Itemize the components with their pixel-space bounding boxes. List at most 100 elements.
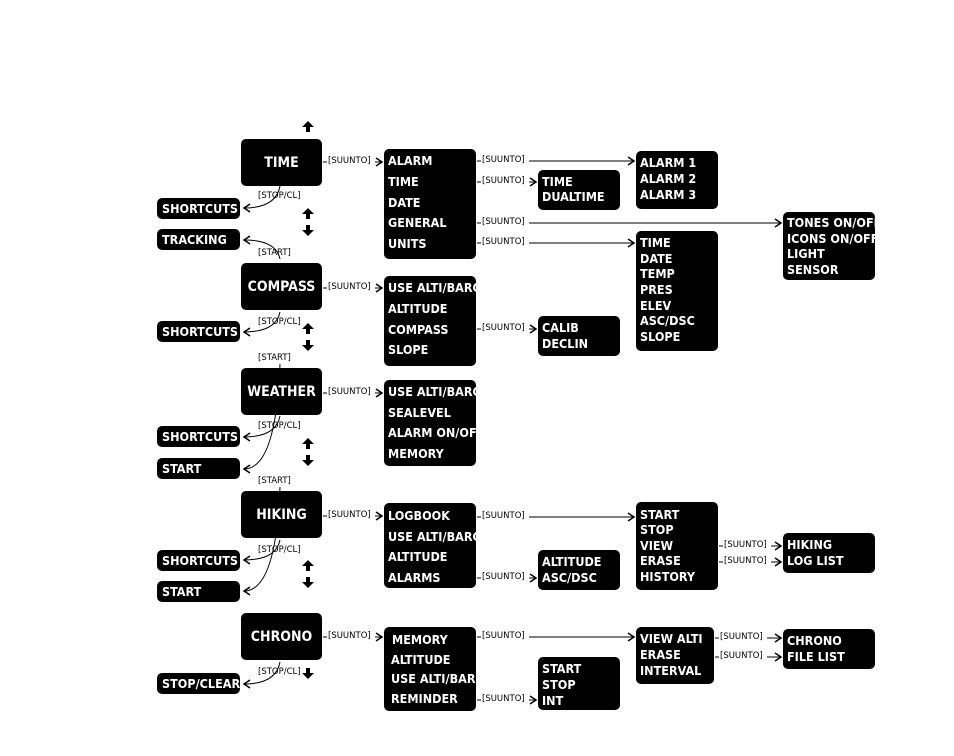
- arrow-down-icon: [302, 577, 314, 588]
- label-suunto: [SUUNTO]: [482, 511, 525, 521]
- side-start: START: [157, 581, 240, 602]
- label-suunto: [SUUNTO]: [482, 176, 525, 186]
- menu-item: ALTITUDE: [388, 301, 448, 316]
- menu-item: LOGBOOK: [388, 508, 450, 523]
- menu-item: HIKING: [787, 537, 833, 552]
- menu-item: MEMORY: [392, 632, 448, 647]
- arrow-down-icon: [302, 668, 314, 679]
- label-suunto: [SUUNTO]: [482, 631, 525, 641]
- weather-menu: USE ALTI/BARO SEALEVEL ALARM ON/OFF MEMORY: [384, 380, 484, 466]
- menu-item: ALARM 1: [640, 155, 697, 170]
- mode-navigation-diagram: TIME COMPASS WEATHER HIKING CHRONO SHORTCUTS T…: [0, 0, 954, 756]
- menu-item: TONES ON/OFF: [787, 215, 882, 230]
- menu-item: SLOPE: [388, 342, 429, 357]
- label-stopcl: [STOP/CL]: [258, 421, 301, 431]
- dualtime: TIME DUALTIME: [538, 170, 620, 210]
- hiking-log: HIKING LOG LIST: [783, 533, 875, 573]
- calib: CALIB DECLIN: [538, 316, 620, 356]
- arrow-up-icon: [302, 121, 314, 132]
- mode-hiking: HIKING: [241, 491, 322, 538]
- menu-item: MEMORY: [388, 446, 444, 461]
- menu-item: HISTORY: [640, 569, 696, 584]
- label-stopcl: [STOP/CL]: [258, 545, 301, 555]
- menu-item: TIME: [542, 174, 573, 189]
- memory-list: VIEW ALTI ERASE INTERVAL: [636, 627, 714, 684]
- label-suunto: [SUUNTO]: [328, 387, 371, 397]
- time-menu: ALARM TIME DATE GENERAL UNITS: [384, 149, 476, 259]
- label-suunto: [SUUNTO]: [482, 237, 525, 247]
- menu-item: ALARM 3: [640, 187, 697, 202]
- menu-item: ASC/DSC: [542, 570, 597, 585]
- menu-item: CALIB: [542, 320, 579, 335]
- menu-item: DATE: [640, 251, 673, 266]
- menu-item: FILE LIST: [787, 649, 845, 664]
- menu-item: ALARM: [388, 153, 433, 168]
- menu-item: SENSOR: [787, 262, 839, 277]
- label-suunto: [SUUNTO]: [482, 694, 525, 704]
- label-suunto: [SUUNTO]: [328, 631, 371, 641]
- menu-item: DATE: [388, 195, 421, 210]
- menu-item: ALTITUDE: [388, 549, 448, 564]
- menu-item: START: [542, 661, 582, 676]
- menu-item: GENERAL: [388, 215, 447, 230]
- menu-item: ALARM ON/OFF: [388, 425, 485, 440]
- label-suunto: [SUUNTO]: [482, 572, 525, 582]
- menu-item: VIEW ALTI: [640, 631, 703, 646]
- menu-item: USE ALTI/BARO: [388, 384, 483, 399]
- menu-item: UNITS: [388, 236, 427, 251]
- menu-item: LOG LIST: [787, 553, 844, 568]
- label-stopcl: [STOP/CL]: [258, 191, 301, 201]
- menu-item: SEALEVEL: [388, 405, 451, 420]
- menu-item: VIEW: [640, 538, 673, 553]
- arrow-up-icon: [302, 208, 314, 219]
- reminder-list: START STOP INT: [538, 657, 620, 710]
- chrono-menu: MEMORY ALTITUDE USE ALTI/BARO REMINDER: [384, 627, 485, 711]
- label-suunto: [SUUNTO]: [724, 556, 767, 566]
- menu-item: ICONS ON/OFF: [787, 231, 879, 246]
- arrow-up-icon: [302, 560, 314, 571]
- menu-item: REMINDER: [391, 691, 458, 706]
- menu-item: ALARM 2: [640, 171, 697, 186]
- side-shortcuts: SHORTCUTS: [157, 198, 240, 219]
- compass-menu: USE ALTI/BARO ALTITUDE COMPASS SLOPE: [384, 276, 482, 366]
- menu-item: ALARMS: [388, 570, 441, 585]
- menu-item: DECLIN: [542, 336, 589, 351]
- label-suunto: [SUUNTO]: [482, 323, 525, 333]
- arrow-up-icon: [302, 438, 314, 449]
- menu-item: USE ALTI/BARO: [388, 529, 483, 544]
- side-shortcuts: SHORTCUTS: [157, 550, 240, 571]
- label-suunto: [SUUNTO]: [328, 510, 371, 520]
- label-start: [START]: [258, 353, 291, 363]
- label-start: [START]: [258, 248, 291, 258]
- menu-item: ALTITUDE: [391, 652, 451, 667]
- mode-compass: COMPASS: [241, 263, 322, 310]
- side-shortcuts: SHORTCUTS: [157, 426, 240, 447]
- menu-item: INTERVAL: [640, 663, 702, 678]
- arrow-down-icon: [302, 225, 314, 236]
- label-suunto: [SUUNTO]: [724, 540, 767, 550]
- mode-time: TIME: [241, 139, 322, 186]
- label-start: [START]: [258, 476, 291, 486]
- menu-item: TIME: [640, 235, 671, 250]
- label-stopcl: [STOP/CL]: [258, 667, 301, 677]
- mode-weather: WEATHER: [241, 368, 322, 415]
- menu-item: ASC/DSC: [640, 313, 695, 328]
- alarm-list: ALARM 1 ALARM 2 ALARM 3: [636, 151, 718, 209]
- label-suunto: [SUUNTO]: [720, 632, 763, 642]
- label-stopcl: [STOP/CL]: [258, 317, 301, 327]
- menu-item: ELEV: [640, 298, 672, 313]
- menu-item: TEMP: [640, 266, 675, 281]
- side-start-differ: START DIFFER: [157, 458, 240, 497]
- menu-item: PRES: [640, 282, 673, 297]
- menu-item: LIGHT: [787, 246, 825, 261]
- menu-item: INT: [542, 693, 564, 708]
- menu-item: CHRONO: [787, 633, 842, 648]
- arrow-down-icon: [302, 455, 314, 466]
- menu-item: COMPASS: [388, 322, 449, 337]
- side-tracking: TRACKING: [157, 229, 240, 250]
- hiking-menu: LOGBOOK USE ALTI/BARO ALTITUDE ALARMS: [384, 503, 482, 588]
- arrow-down-icon: [302, 340, 314, 351]
- label-suunto: [SUUNTO]: [328, 282, 371, 292]
- alarms-list: ALTITUDE ASC/DSC: [538, 550, 620, 590]
- label-suunto: [SUUNTO]: [720, 651, 763, 661]
